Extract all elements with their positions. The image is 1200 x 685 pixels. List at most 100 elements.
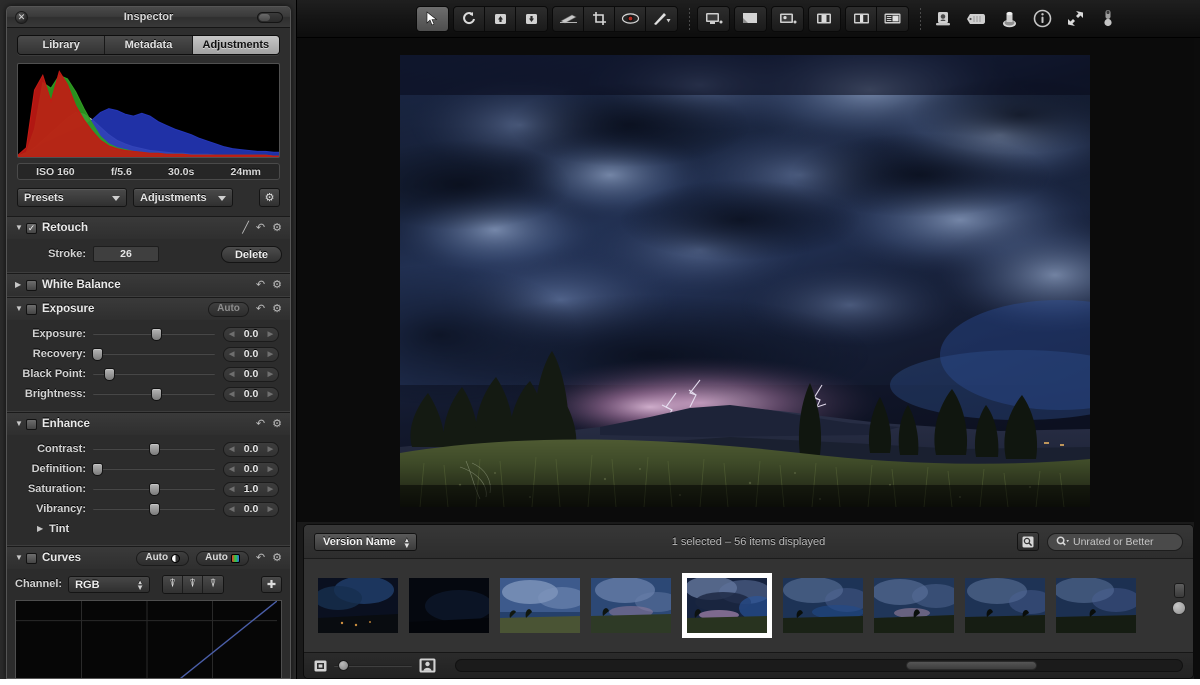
large-thumbnail-icon[interactable] (419, 658, 436, 673)
thumbnail-cell-8[interactable] (965, 578, 1045, 633)
gear-icon[interactable]: ⚙ (272, 303, 282, 315)
keyword-hud-icon[interactable] (928, 6, 958, 32)
rating-dot-icon[interactable] (1172, 601, 1186, 615)
filmstrip[interactable] (304, 559, 1193, 652)
main-photo[interactable] (400, 55, 1090, 507)
scrollbar-thumb[interactable] (906, 661, 1037, 670)
black-point-stepper[interactable]: ◀ 0.0 ▶ (223, 366, 279, 382)
tab-adjustments[interactable]: Adjustments (192, 36, 279, 54)
gear-icon[interactable]: ⚙ (272, 279, 282, 291)
gear-icon[interactable]: ⚙ (272, 222, 282, 234)
white-point-eyedropper-icon[interactable]: ⍒ (203, 575, 224, 593)
filmstrip-side-controls[interactable] (1172, 583, 1186, 615)
rotate-counterclockwise-icon[interactable] (454, 6, 485, 31)
slider-knob[interactable] (151, 388, 163, 401)
brightness-slider[interactable] (93, 387, 215, 401)
slider-knob[interactable] (103, 368, 115, 381)
thumbnail-cell-5[interactable] (682, 573, 772, 638)
brush-icon[interactable]: ╱ (242, 222, 249, 234)
slider-knob[interactable] (149, 503, 160, 516)
tab-metadata[interactable]: Metadata (105, 36, 193, 54)
image-viewer[interactable] (297, 38, 1200, 522)
tone-curve-graph[interactable] (15, 600, 282, 678)
straighten-icon[interactable] (553, 6, 584, 31)
inspector-collapse-toggle[interactable] (257, 12, 283, 23)
thumb-2[interactable] (409, 578, 489, 633)
definition-slider[interactable] (91, 462, 215, 476)
stepper-right-icon[interactable]: ▶ (268, 465, 273, 473)
slider-knob[interactable] (149, 443, 160, 456)
reset-arrow-icon[interactable]: ↶ (256, 303, 265, 315)
thumb-8[interactable] (965, 578, 1045, 633)
target-crosshair-icon[interactable]: ✚ (261, 575, 282, 593)
gear-icon[interactable]: ⚙ (272, 418, 282, 430)
thumb-4[interactable] (591, 578, 671, 633)
gray-point-eyedropper-icon[interactable]: ⍒ (183, 575, 204, 593)
red-eye-icon[interactable] (615, 6, 646, 31)
curves-checkbox[interactable] (26, 552, 37, 564)
white-balance-checkbox[interactable] (26, 279, 37, 291)
exposure-auto-button[interactable]: Auto (208, 301, 249, 317)
vibrancy-slider[interactable] (93, 502, 215, 516)
fullscreen-arrows-icon[interactable] (1060, 6, 1090, 32)
flag-down-icon[interactable] (516, 6, 547, 31)
panel-layout-icon[interactable] (846, 6, 877, 31)
brightness-stepper[interactable]: ◀ 0.0 ▶ (223, 386, 279, 402)
disclosure-triangle-icon[interactable]: ▶ (37, 524, 43, 533)
thumbnail-cell-6[interactable] (783, 578, 863, 633)
thumbnail-cell-1[interactable] (318, 578, 398, 633)
auto-color-button[interactable]: Auto (196, 550, 249, 566)
thumb-3[interactable] (500, 578, 580, 633)
filmstrip-horizontal-scrollbar[interactable] (455, 659, 1183, 672)
delete-button[interactable]: Delete (220, 245, 282, 263)
white-balance-header[interactable]: ▶ White Balance ↶ ⚙ (7, 274, 290, 296)
stepper-right-icon[interactable]: ▶ (268, 370, 273, 378)
recovery-slider[interactable] (91, 347, 215, 361)
stroke-input[interactable]: 26 (93, 246, 159, 262)
disclosure-triangle-icon[interactable]: ▼ (15, 298, 26, 320)
crop-icon[interactable] (584, 6, 615, 31)
thumb-9[interactable] (1056, 578, 1136, 633)
disclosure-triangle-icon[interactable]: ▼ (15, 413, 26, 435)
small-thumbnail-icon[interactable] (314, 660, 327, 672)
reset-arrow-icon[interactable]: ↶ (256, 418, 265, 430)
retouch-brush-icon[interactable] (646, 6, 677, 31)
tint-subsection[interactable]: ▶ Tint (15, 519, 282, 538)
auto-contrast-button[interactable]: Auto (136, 550, 190, 566)
flag-up-icon[interactable] (485, 6, 516, 31)
thumbnail-cell-7[interactable] (874, 578, 954, 633)
retouch-header[interactable]: ▼ ✓ Retouch ╱ ↶ ⚙ (7, 217, 290, 239)
thumb-6[interactable] (783, 578, 863, 633)
thumbnail-cell-4[interactable] (591, 578, 671, 633)
tag-icon[interactable] (961, 6, 991, 32)
slider-knob[interactable] (338, 659, 349, 671)
reset-arrow-icon[interactable]: ↶ (256, 222, 265, 234)
thumbnail-cell-2[interactable] (409, 578, 489, 633)
exposure-checkbox[interactable] (26, 303, 37, 315)
disclosure-triangle-icon[interactable]: ▶ (15, 274, 26, 296)
thumbnail-cell-9[interactable] (1056, 578, 1136, 633)
stepper-right-icon[interactable]: ▶ (268, 505, 273, 513)
enhance-header[interactable]: ▼ Enhance ↶ ⚙ (7, 413, 290, 435)
person-slider-icon[interactable] (1093, 6, 1123, 32)
thumbnail-size-slider[interactable] (334, 659, 412, 672)
tab-library[interactable]: Library (18, 36, 106, 54)
stepper-right-icon[interactable]: ▶ (268, 445, 273, 453)
disclosure-triangle-icon[interactable]: ▼ (15, 217, 26, 239)
exposure-stepper[interactable]: ◀ 0.0 ▶ (223, 326, 279, 342)
gear-icon[interactable]: ⚙ (272, 552, 282, 564)
vibrancy-stepper[interactable]: ◀ 0.0 ▶ (223, 501, 279, 517)
slider-knob[interactable] (91, 463, 103, 476)
stepper-right-icon[interactable]: ▶ (268, 330, 273, 338)
enhance-checkbox[interactable] (26, 418, 37, 430)
stepper-right-icon[interactable]: ▶ (268, 350, 273, 358)
inspector-titlebar[interactable]: ✕ Inspector (7, 7, 290, 28)
channel-select[interactable]: RGB ▲ ▼ (68, 575, 151, 593)
exposure-header[interactable]: ▼ Exposure Auto ↶ ⚙ (7, 298, 290, 320)
reset-arrow-icon[interactable]: ↶ (256, 279, 265, 291)
loupe-icon[interactable] (994, 6, 1024, 32)
fullscreen-photo-icon[interactable] (772, 6, 803, 31)
black-point-slider[interactable] (93, 367, 215, 381)
thumb-1[interactable] (318, 578, 398, 633)
sort-by-dropdown[interactable]: Version Name ▲ ▼ (314, 532, 417, 551)
